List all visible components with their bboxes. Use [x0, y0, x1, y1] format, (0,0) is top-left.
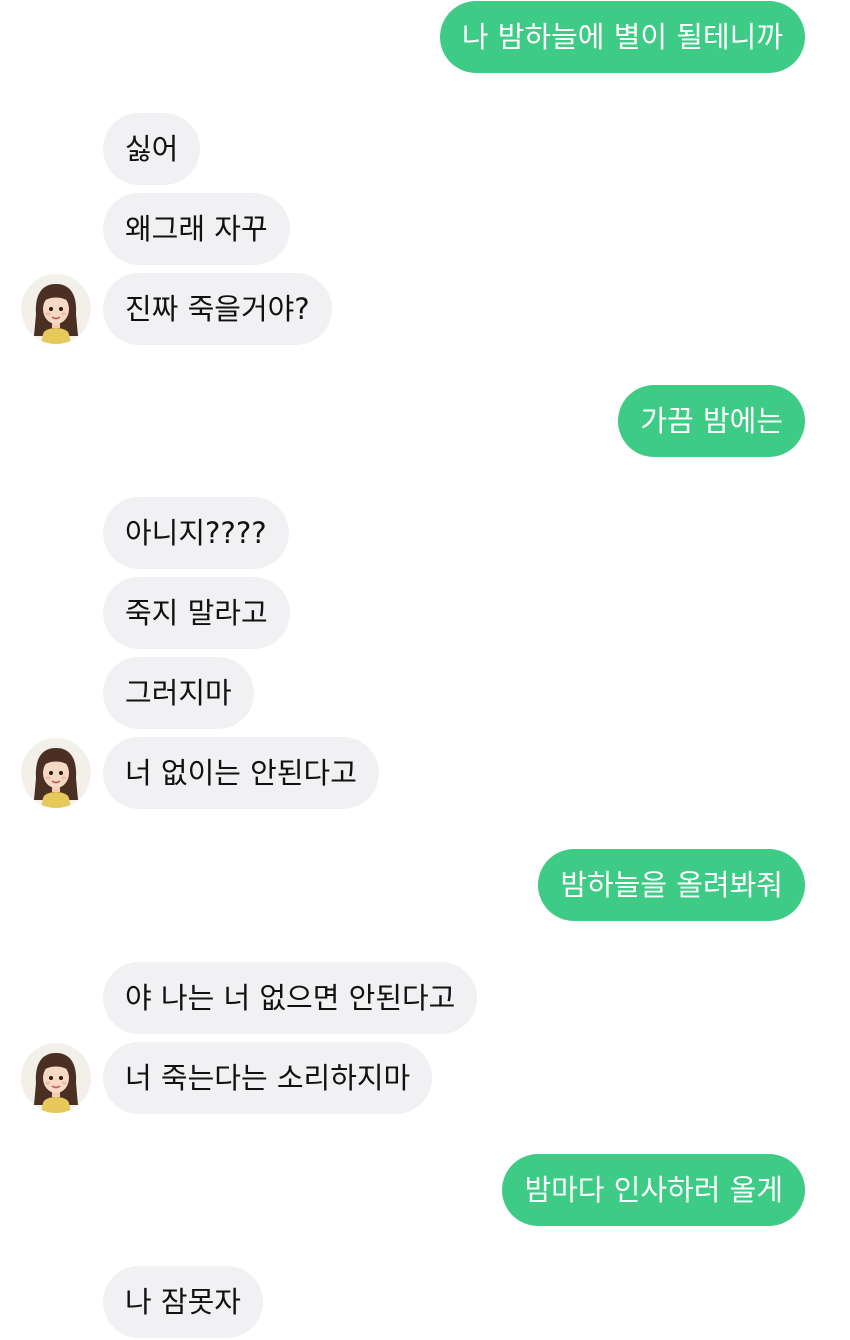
received-message-bubble[interactable]: 아니지???? [103, 497, 289, 569]
received-message-bubble[interactable]: 야 나는 너 없으면 안된다고 [103, 962, 478, 1034]
girl-profile-avatar-icon[interactable] [21, 1043, 91, 1113]
received-message-bubble[interactable]: 그러지마 [103, 657, 254, 729]
sent-message-bubble[interactable]: 밤하늘을 올려봐줘 [538, 849, 805, 921]
sent-message-bubble[interactable]: 나 밤하늘에 별이 될테니까 [439, 1, 805, 73]
received-message-bubble[interactable]: 진짜 죽을거야? [103, 273, 332, 345]
received-message-bubble[interactable]: 너 없이는 안된다고 [103, 737, 379, 809]
girl-profile-avatar-icon[interactable] [21, 738, 91, 808]
received-message-bubble[interactable]: 죽지 말라고 [103, 577, 290, 649]
received-message-bubble[interactable]: 싫어 [103, 113, 201, 185]
girl-profile-avatar-icon[interactable] [21, 274, 91, 344]
sent-message-bubble[interactable]: 밤마다 인사하러 올게 [502, 1154, 805, 1226]
chat-thread[interactable]: 나 밤하늘에 별이 될테니까 싫어 왜그래 자꾸 진짜 죽을거야? 가끔 밤에는… [0, 0, 850, 1340]
sent-message-bubble[interactable]: 가끔 밤에는 [618, 385, 805, 457]
received-message-bubble[interactable]: 너 죽는다는 소리하지마 [103, 1042, 433, 1114]
received-message-bubble[interactable]: 왜그래 자꾸 [103, 193, 290, 265]
received-message-bubble[interactable]: 나 잠못자 [103, 1266, 263, 1338]
